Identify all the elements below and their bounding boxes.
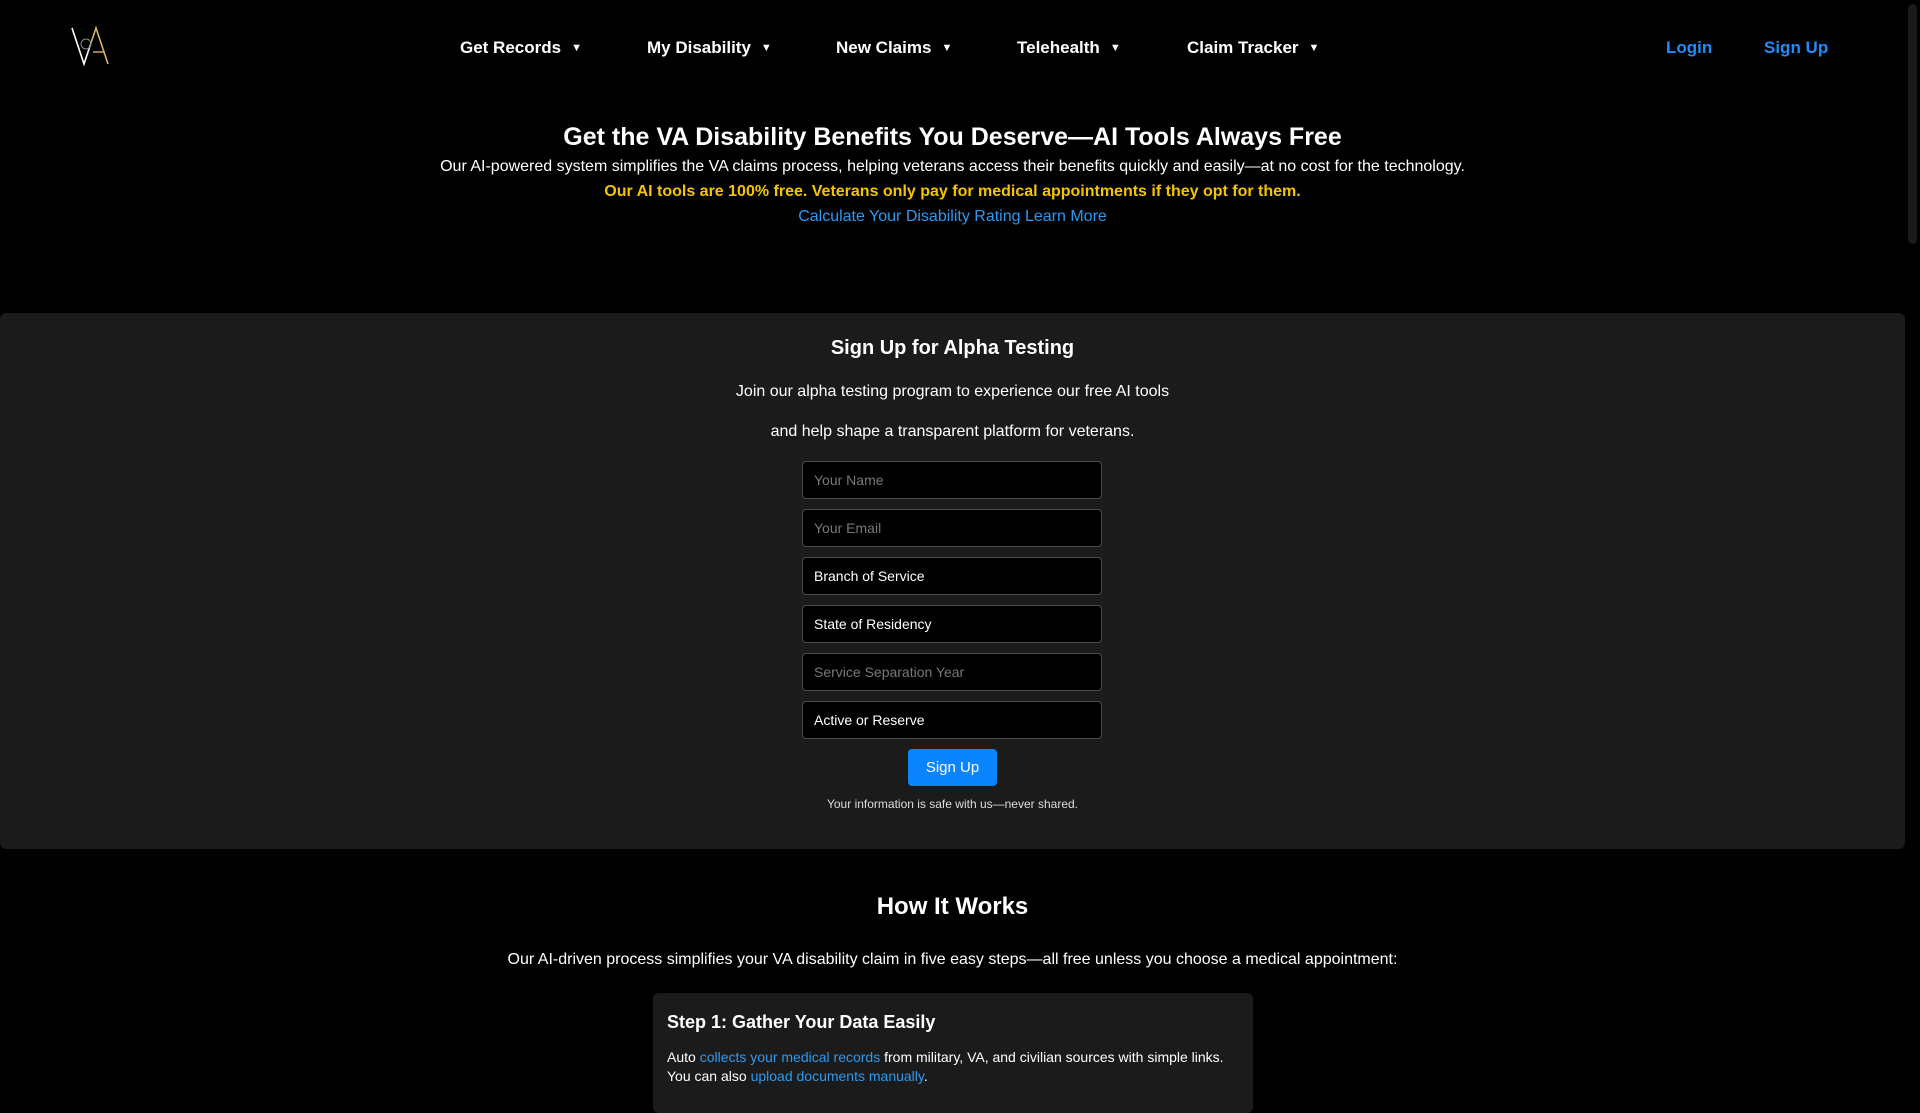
step-title: Step 1: Gather Your Data Easily (667, 1012, 936, 1032)
select-value: Branch of Service (814, 568, 925, 584)
hero-section: Get the VA Disability Benefits You Deser… (0, 118, 1905, 228)
hero-free-note: Our AI tools are 100% free. Veterans onl… (604, 183, 1301, 200)
select-value: Active or Reserve (814, 712, 925, 728)
login-link[interactable]: Login (1666, 38, 1712, 58)
page-scrollbar[interactable] (1905, 0, 1920, 1080)
nav-menu-my-disability[interactable]: My Disability ▼ (647, 38, 772, 58)
step-text-part: Auto (667, 1049, 700, 1065)
signup-link[interactable]: Sign Up (1764, 38, 1828, 58)
privacy-note: Your information is safe with us—never s… (826, 797, 1078, 811)
active-or-reserve-select[interactable]: Active or Reserve (802, 701, 1102, 739)
learn-more-link[interactable]: Learn More (1025, 208, 1107, 225)
signup-desc-line-1: Join our alpha testing program to experi… (735, 383, 1170, 400)
caret-down-icon: ▼ (1109, 42, 1121, 54)
state-of-residency-select[interactable]: State of Residency (802, 605, 1102, 643)
email-input[interactable] (802, 509, 1102, 547)
alpha-signup-panel: Sign Up for Alpha Testing Join our alpha… (0, 313, 1905, 849)
caret-down-icon: ▼ (760, 42, 772, 54)
caret-down-icon: ▼ (571, 42, 582, 54)
select-value: State of Residency (814, 616, 932, 632)
name-input[interactable] (802, 461, 1102, 499)
va-logo-icon[interactable] (68, 24, 112, 68)
hero-title: Get the VA Disability Benefits You Deser… (563, 123, 1342, 151)
nav-menu-claim-tracker[interactable]: Claim Tracker ▼ (1187, 38, 1319, 58)
hero-links: Calculate Your Disability Rating Learn M… (0, 206, 1905, 228)
hero-intro: Our AI-powered system simplifies the VA … (440, 158, 1465, 175)
collect-records-link[interactable]: collects your medical records (700, 1049, 881, 1065)
nav-menu-label: Telehealth (1017, 38, 1100, 57)
step-text-part: . (923, 1068, 928, 1084)
branch-of-service-select[interactable]: Branch of Service (802, 557, 1102, 595)
signup-desc-line-2: and help shape a transparent platform fo… (770, 423, 1135, 440)
nav-menu-label: Get Records (460, 38, 562, 57)
step-card: Step 1: Gather Your Data Easily Auto col… (653, 993, 1253, 1113)
caret-down-icon: ▼ (1308, 42, 1320, 54)
how-it-works-title: How It Works (876, 893, 1029, 920)
separation-year-input[interactable] (802, 653, 1102, 691)
nav-menu-new-claims[interactable]: New Claims ▼ (836, 38, 952, 58)
upload-documents-link[interactable]: upload documents manually (751, 1068, 924, 1084)
signup-title: Sign Up for Alpha Testing (830, 337, 1075, 359)
step-text: Auto collects your medical records from … (667, 1048, 1242, 1086)
how-it-works-intro: Our AI-driven process simplifies your VA… (507, 951, 1398, 968)
signup-submit-button[interactable]: Sign Up (908, 749, 997, 786)
nav-menu-telehealth[interactable]: Telehealth ▼ (1017, 38, 1121, 58)
caret-down-icon: ▼ (941, 42, 953, 54)
nav-menu-label: Claim Tracker (1187, 38, 1299, 57)
calculate-rating-link[interactable]: Calculate Your Disability Rating (798, 208, 1020, 225)
nav-menu-get-records[interactable]: Get Records ▼ (460, 38, 582, 58)
nav-menu-label: New Claims (836, 38, 932, 57)
scrollbar-thumb[interactable] (1908, 4, 1917, 244)
navbar: Get Records ▼ My Disability ▼ New Claims ▼ … (0, 0, 1905, 96)
nav-menu-label: My Disability (647, 38, 751, 57)
